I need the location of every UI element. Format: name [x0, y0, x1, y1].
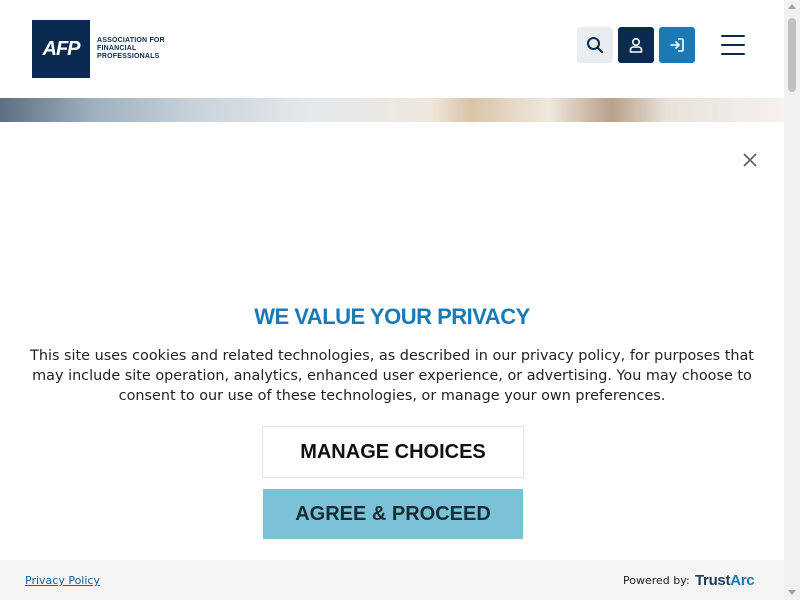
manage-choices-button[interactable]: MANAGE CHOICES [262, 426, 524, 478]
logo-text: ASSOCIATION FOR FINANCIAL PROFESSIONALS [97, 37, 165, 61]
hero-image [0, 98, 784, 122]
privacy-consent-dialog: WE VALUE YOUR PRIVACY This site uses coo… [0, 122, 784, 560]
login-icon [670, 38, 684, 52]
logo-mark: AFP [42, 37, 81, 60]
trustarc-logo-trust: Trust [695, 572, 731, 589]
afp-logo[interactable]: AFP ASSOCIATION FOR FINANCIAL PROFESSION… [32, 20, 165, 78]
scrollbar[interactable] [784, 0, 800, 600]
scroll-down-arrow-icon[interactable] [788, 590, 796, 595]
login-button[interactable] [659, 27, 695, 63]
user-icon [629, 37, 643, 53]
search-icon [587, 37, 603, 53]
account-button[interactable] [618, 27, 654, 63]
close-icon [743, 153, 757, 167]
menu-line [721, 53, 745, 55]
agree-proceed-button[interactable]: AGREE & PROCEED [263, 489, 523, 539]
logo-text-line-1: ASSOCIATION FOR [97, 37, 165, 44]
logo-text-line-3: PROFESSIONALS [97, 53, 160, 60]
dialog-description: This site uses cookies and related techn… [30, 348, 754, 404]
site-header: AFP ASSOCIATION FOR FINANCIAL PROFESSION… [0, 0, 784, 98]
logo-text-line-2: FINANCIAL [97, 45, 137, 52]
trustarc-logo-arc: Arc [730, 572, 755, 589]
dialog-title: WE VALUE YOUR PRIVACY [254, 304, 530, 329]
logo-box: AFP [32, 20, 90, 78]
scrollbar-thumb[interactable] [788, 18, 796, 92]
search-button[interactable] [577, 27, 613, 63]
close-button[interactable] [740, 150, 760, 170]
trustarc-logo: TrustArc [695, 572, 755, 589]
hamburger-menu-icon[interactable] [718, 32, 748, 58]
menu-line [721, 35, 745, 37]
consent-footer: Privacy Policy Powered by: TrustArc [0, 560, 784, 600]
scroll-up-arrow-icon[interactable] [788, 4, 796, 9]
menu-line [721, 44, 745, 46]
powered-by-label: Powered by: [623, 574, 690, 587]
privacy-policy-link[interactable]: Privacy Policy [25, 574, 100, 587]
